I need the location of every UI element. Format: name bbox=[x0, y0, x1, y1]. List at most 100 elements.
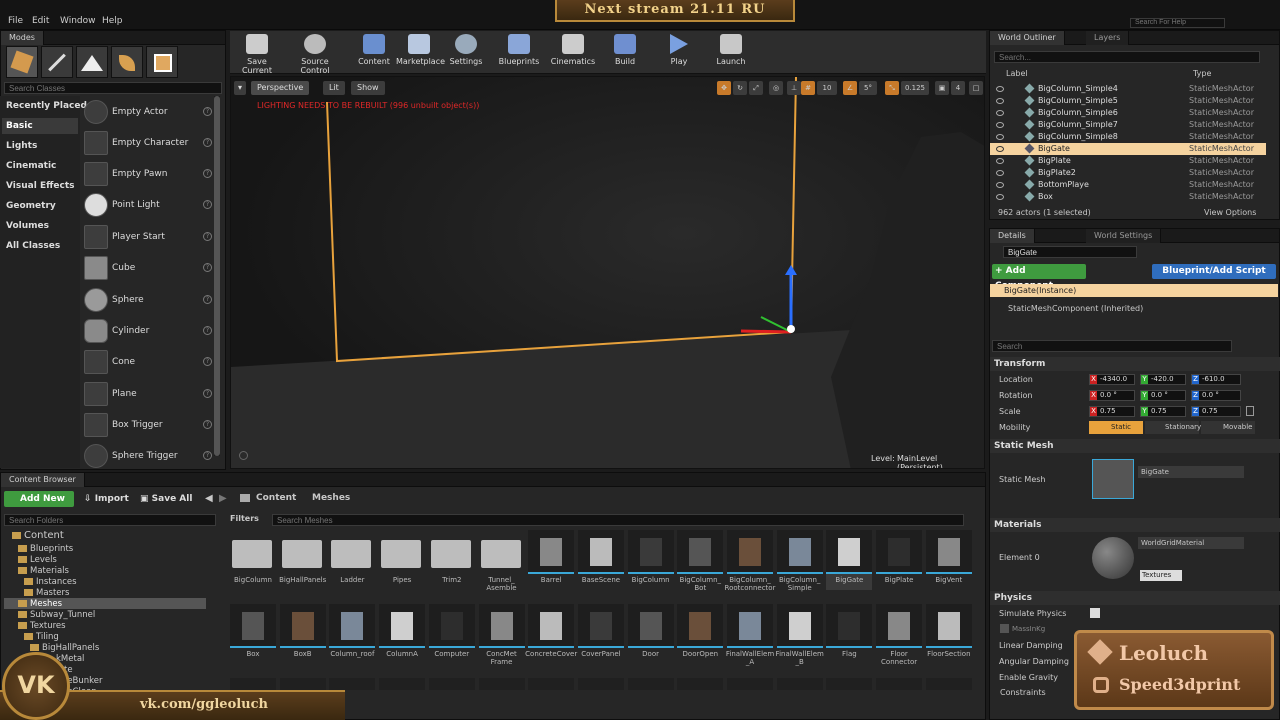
rotation-y[interactable]: Y 0.0 ° bbox=[1140, 390, 1186, 401]
asset-tile-partial[interactable] bbox=[677, 678, 724, 690]
place-point-light[interactable]: Point Light? bbox=[82, 191, 216, 221]
help-search-input[interactable] bbox=[1130, 18, 1225, 28]
outliner-row[interactable]: BigColumn_Simple7 StaticMeshActor bbox=[990, 119, 1266, 131]
settings-button[interactable]: Settings bbox=[448, 33, 484, 73]
asset-tile[interactable]: FinalWallElem _A bbox=[726, 604, 774, 666]
place-empty-character[interactable]: Empty Character? bbox=[82, 129, 216, 159]
menu-file[interactable]: File bbox=[8, 16, 23, 26]
rotation-snap-icon[interactable]: ∠ bbox=[843, 81, 857, 95]
eye-icon[interactable] bbox=[996, 182, 1004, 188]
mode-paint[interactable] bbox=[41, 46, 73, 78]
category-volumes[interactable]: Volumes bbox=[6, 221, 49, 231]
place-empty-actor[interactable]: Empty Actor? bbox=[82, 98, 216, 128]
help-icon[interactable]: ? bbox=[203, 451, 212, 460]
place-box-trigger[interactable]: Box Trigger? bbox=[82, 411, 216, 441]
import-button[interactable]: ⇩ Import bbox=[84, 494, 129, 504]
tree-item[interactable]: Content bbox=[12, 530, 64, 541]
place-sphere-trigger[interactable]: Sphere Trigger? bbox=[82, 442, 216, 472]
help-icon[interactable]: ? bbox=[203, 420, 212, 429]
asset-tile[interactable]: ColumnA bbox=[379, 604, 426, 664]
scale-snap-value[interactable]: 0.125 bbox=[901, 81, 929, 95]
help-icon[interactable]: ? bbox=[203, 295, 212, 304]
textures-dropdown[interactable]: Textures bbox=[1140, 570, 1182, 581]
eye-icon[interactable] bbox=[996, 170, 1004, 176]
category-geometry[interactable]: Geometry bbox=[6, 201, 56, 211]
static-mesh-section-header[interactable]: Static Mesh bbox=[990, 439, 1280, 453]
save-all-button[interactable]: ▣ Save All bbox=[140, 494, 192, 504]
blueprint-add-script-button[interactable]: Blueprint/Add Script bbox=[1152, 264, 1276, 279]
asset-tile[interactable]: BigColumn_ Simple bbox=[776, 530, 823, 592]
breadcrumb-content[interactable]: Content bbox=[256, 493, 296, 503]
asset-tile-partial[interactable] bbox=[627, 678, 674, 690]
save-current-button[interactable]: Save Current bbox=[232, 33, 282, 75]
mode-place[interactable] bbox=[6, 46, 38, 78]
details-search-input[interactable] bbox=[992, 340, 1232, 352]
help-icon[interactable]: ? bbox=[203, 232, 212, 241]
asset-tile[interactable]: BigGate bbox=[826, 530, 873, 590]
scale-y[interactable]: Y 0.75 bbox=[1140, 406, 1186, 417]
source-control-button[interactable]: Source Control bbox=[286, 33, 344, 75]
grid-size[interactable]: 10 bbox=[817, 81, 837, 95]
help-icon[interactable]: ? bbox=[203, 357, 212, 366]
asset-tile[interactable]: BigColumn bbox=[230, 530, 276, 590]
eye-icon[interactable] bbox=[996, 134, 1004, 140]
maximize-viewport-icon[interactable]: □ bbox=[969, 81, 983, 95]
static-mesh-component-row[interactable]: StaticMeshComponent (Inherited) bbox=[1008, 304, 1143, 313]
perspective-button[interactable]: Perspective bbox=[251, 81, 310, 95]
blueprints-button[interactable]: Blueprints bbox=[498, 33, 540, 73]
asset-tile-partial[interactable] bbox=[379, 678, 426, 690]
asset-tile-partial[interactable] bbox=[428, 678, 475, 690]
material-sphere-thumbnail[interactable] bbox=[1092, 537, 1134, 579]
mobility-stationary-button[interactable]: Stationary bbox=[1145, 421, 1201, 434]
build-button[interactable]: Build bbox=[610, 33, 640, 73]
camera-speed-value[interactable]: 4 bbox=[951, 81, 965, 95]
surface-snap-icon[interactable]: ⊥ bbox=[787, 81, 801, 95]
tab-layers[interactable]: Layers bbox=[1086, 31, 1130, 45]
category-lights[interactable]: Lights bbox=[6, 141, 37, 151]
actor-name-field[interactable] bbox=[1003, 246, 1137, 258]
category-cinematic[interactable]: Cinematic bbox=[6, 161, 56, 171]
world-local-icon[interactable]: ◎ bbox=[769, 81, 783, 95]
asset-tile[interactable]: Flag bbox=[826, 604, 873, 664]
transform-section-header[interactable]: Transform bbox=[990, 357, 1280, 371]
place-cube[interactable]: Cube? bbox=[82, 254, 216, 284]
tab-content-browser[interactable]: Content Browser bbox=[1, 473, 85, 487]
rotation-snap-value[interactable]: 5° bbox=[859, 81, 877, 95]
eye-icon[interactable] bbox=[996, 98, 1004, 104]
folder-search-input[interactable] bbox=[4, 514, 216, 526]
scale-x[interactable]: X 0.75 bbox=[1089, 406, 1135, 417]
history-forward-icon[interactable]: ▶ bbox=[219, 493, 227, 504]
scale-z[interactable]: Z 0.75 bbox=[1191, 406, 1241, 417]
menu-window[interactable]: Window bbox=[60, 16, 96, 26]
eye-icon[interactable] bbox=[996, 86, 1004, 92]
outliner-row[interactable]: BigColumn_Simple8 StaticMeshActor bbox=[990, 131, 1266, 143]
physics-section-header[interactable]: Physics bbox=[990, 591, 1280, 605]
tree-item[interactable]: Textures bbox=[18, 621, 66, 631]
asset-tile[interactable]: Column_roof bbox=[329, 604, 376, 664]
mode-landscape[interactable] bbox=[76, 46, 108, 78]
place-player-start[interactable]: Player Start? bbox=[82, 223, 216, 253]
help-icon[interactable]: ? bbox=[203, 107, 212, 116]
asset-tile-partial[interactable] bbox=[826, 678, 873, 690]
category-visual-effects[interactable]: Visual Effects bbox=[6, 181, 74, 191]
asset-tile[interactable]: BigPlate bbox=[876, 530, 923, 590]
rotation-z[interactable]: Z 0.0 ° bbox=[1191, 390, 1241, 401]
asset-tile[interactable]: Pipes bbox=[379, 530, 425, 590]
outliner-search-input[interactable] bbox=[994, 51, 1260, 63]
tree-item[interactable]: Masters bbox=[24, 588, 69, 598]
asset-tile-partial[interactable] bbox=[727, 678, 773, 690]
asset-tile-partial[interactable] bbox=[528, 678, 575, 690]
asset-tile[interactable]: Ladder bbox=[329, 530, 375, 590]
asset-tile[interactable]: Box bbox=[230, 604, 276, 664]
asset-tile-partial[interactable] bbox=[329, 678, 376, 690]
asset-tile[interactable]: BoxB bbox=[279, 604, 326, 664]
rotation-x[interactable]: X 0.0 ° bbox=[1089, 390, 1135, 401]
tab-modes[interactable]: Modes bbox=[1, 31, 44, 45]
translate-tool-icon[interactable]: ✥ bbox=[717, 81, 731, 95]
mass-checkbox[interactable] bbox=[1000, 624, 1009, 633]
asset-tile[interactable]: CoverPanel bbox=[577, 604, 624, 664]
category-recently-placed[interactable]: Recently Placed bbox=[6, 101, 87, 111]
material-dropdown[interactable]: WorldGridMaterial bbox=[1138, 537, 1244, 549]
outliner-row[interactable]: Box StaticMeshActor bbox=[990, 191, 1266, 203]
help-icon[interactable]: ? bbox=[203, 169, 212, 178]
